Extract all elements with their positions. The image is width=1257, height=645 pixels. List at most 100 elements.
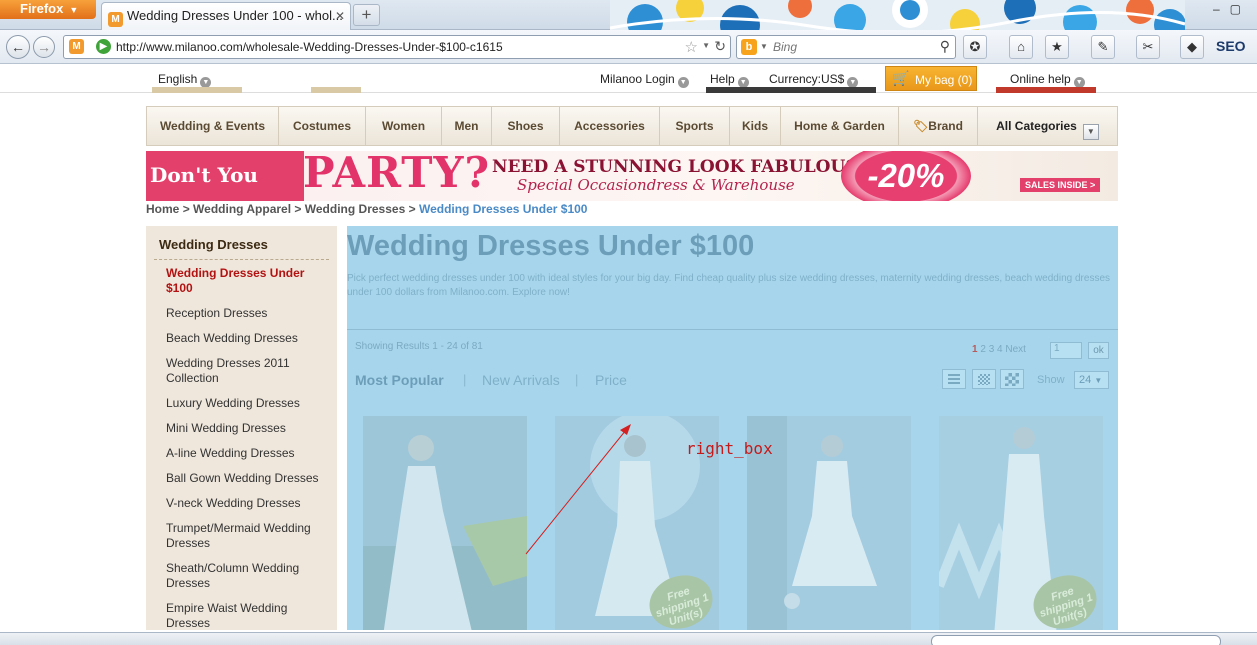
site-identity-icon[interactable]: M [69, 39, 84, 54]
results-count: Showing Results 1 - 24 of 81 [355, 341, 483, 352]
annotation-label: right_box [686, 439, 773, 458]
sidebar-title[interactable]: Wedding Dresses [159, 237, 268, 252]
bag-label: My bag (0) [915, 73, 973, 87]
sidebar-item-empire-waist[interactable]: Empire Waist Wedding Dresses [166, 601, 331, 631]
window-controls[interactable]: –▢ [1213, 2, 1251, 16]
sort-most-popular[interactable]: Most Popular [355, 372, 444, 388]
nav-shoes[interactable]: Shoes [492, 107, 560, 145]
addon-icon[interactable]: ✪ [963, 35, 987, 59]
reload-icon[interactable]: ↻ [714, 38, 726, 55]
promo-banner[interactable]: Don't You Like PARTY? NEED A STUNNING LO… [146, 151, 1118, 201]
close-tab-icon[interactable]: ✕ [335, 9, 345, 23]
page-link[interactable]: 4 [997, 344, 1003, 355]
breadcrumb-current[interactable]: Wedding Dresses Under $100 [419, 202, 588, 216]
firefox-menu-button[interactable]: Firefox ▼ [0, 0, 96, 19]
nav-sports[interactable]: Sports [660, 107, 730, 145]
fox-addon-icon[interactable]: ◆ [1180, 35, 1204, 59]
addon-tool-icon[interactable]: ✎ [1091, 35, 1115, 59]
login-label: Milanoo Login [600, 72, 675, 86]
nav-all-categories[interactable]: All Categories ▼ [978, 107, 1117, 145]
search-input[interactable] [773, 38, 933, 56]
sidebar-item-sheath-column[interactable]: Sheath/Column Wedding Dresses [166, 561, 331, 591]
page-title: Wedding Dresses Under $100 [347, 230, 755, 262]
breadcrumb-wedding-dresses[interactable]: Wedding Dresses [305, 202, 405, 216]
sidebar-item-a-line[interactable]: A-line Wedding Dresses [166, 446, 331, 461]
sidebar-item-mini[interactable]: Mini Wedding Dresses [166, 421, 331, 436]
nav-brand[interactable]: 🏷Brand [899, 107, 978, 145]
url-bar[interactable]: M ▶ http://www.milanoo.com/wholesale-Wed… [63, 35, 731, 59]
sidebar-item-luxury[interactable]: Luxury Wedding Dresses [166, 396, 331, 411]
nav-women[interactable]: Women [366, 107, 442, 145]
small-grid-view-icon[interactable] [972, 369, 996, 389]
sidebar-item-reception[interactable]: Reception Dresses [166, 306, 331, 321]
screenshot-tool-icon[interactable]: ✂ [1136, 35, 1160, 59]
small-grid-glyph [978, 374, 990, 385]
sort-new-arrivals[interactable]: New Arrivals [482, 372, 560, 388]
product-image-1[interactable] [363, 416, 527, 630]
new-tab-button[interactable]: + [353, 4, 380, 26]
content-divider [347, 329, 1118, 330]
page-link[interactable]: 3 [989, 344, 995, 355]
language-selector[interactable]: English ▼ [158, 72, 212, 88]
search-icon[interactable]: ⚲ [940, 38, 950, 55]
search-bar[interactable]: b ▼ ⚲ [736, 35, 956, 59]
sort-price[interactable]: Price [595, 372, 627, 388]
banner-headline: NEED A STUNNING LOOK FABULOUS [492, 157, 858, 177]
banner-party-text: PARTY? [303, 151, 491, 197]
go-icon[interactable]: ▶ [96, 39, 111, 54]
find-input[interactable] [931, 635, 1221, 645]
sidebar-divider [154, 259, 329, 260]
breadcrumb-separator: > [408, 202, 416, 216]
sales-inside-button[interactable]: SALES INSIDE > [1020, 178, 1101, 192]
breadcrumb-wedding-apparel[interactable]: Wedding Apparel [193, 202, 291, 216]
banner-dont-text: Don't You Like [146, 151, 304, 201]
sidebar-item-2011-collection[interactable]: Wedding Dresses 2011 Collection [166, 356, 331, 386]
breadcrumb-home[interactable]: Home [146, 202, 179, 216]
sidebar-item-beach[interactable]: Beach Wedding Dresses [166, 331, 331, 346]
list-view-icon[interactable] [942, 369, 966, 389]
category-description: Pick perfect wedding dresses under 100 w… [347, 273, 1111, 298]
nav-accessories[interactable]: Accessories [560, 107, 660, 145]
browser-tab[interactable]: M Wedding Dresses Under 100 - whol... ✕ [101, 2, 351, 30]
sidebar-item-trumpet-mermaid[interactable]: Trumpet/Mermaid Wedding Dresses [166, 521, 331, 551]
bookmarks-menu-icon[interactable]: ★ [1045, 35, 1069, 59]
browser-tab-bar: Firefox ▼ M Wedding Dresses Under 100 - wh… [0, 0, 1257, 30]
next-page-link[interactable]: Next [1005, 344, 1026, 355]
seo-toolbar-label[interactable]: SEO [1216, 38, 1246, 54]
login-link[interactable]: Milanoo Login ▼ [600, 72, 689, 88]
currency-selector[interactable]: Currency:US$ ▼ [769, 72, 859, 88]
currency-label: Currency:US$ [769, 72, 845, 86]
page-number-input[interactable]: 1 [1050, 342, 1082, 359]
online-help-link[interactable]: Online help ▼ [1010, 72, 1085, 88]
browser-add-on-bar [0, 632, 1257, 645]
page-link[interactable]: 2 [980, 344, 986, 355]
page-link[interactable]: 1 [972, 344, 978, 355]
bookmark-star-icon[interactable]: ☆ [685, 38, 698, 56]
category-sidebar: Wedding Dresses Wedding Dresses Under $1… [146, 226, 337, 630]
product-image-4[interactable]: Free shipping 1 Unit(s) [939, 416, 1103, 630]
breadcrumb-separator: > [294, 202, 302, 216]
cart-icon: 🛒 [892, 70, 910, 86]
forward-icon[interactable]: → [33, 36, 55, 58]
sidebar-item-ball-gown[interactable]: Ball Gown Wedding Dresses [166, 471, 331, 486]
nav-kids[interactable]: Kids [730, 107, 781, 145]
large-grid-view-icon[interactable] [1000, 369, 1024, 389]
url-text[interactable]: http://www.milanoo.com/wholesale-Wedding… [116, 40, 503, 54]
history-dropdown-icon[interactable]: ▼ [702, 41, 710, 50]
nav-costumes[interactable]: Costumes [279, 107, 366, 145]
sidebar-item-under-100[interactable]: Wedding Dresses Under $100 [166, 266, 331, 296]
page-go-button[interactable]: ok [1088, 342, 1109, 359]
bing-engine-icon[interactable]: b [741, 39, 757, 55]
home-icon[interactable]: ⌂ [1009, 35, 1033, 59]
back-icon[interactable]: ← [6, 35, 30, 59]
large-grid-glyph [1005, 373, 1019, 386]
nav-wedding-events[interactable]: Wedding & Events [147, 107, 279, 145]
online-help-label: Online help [1010, 72, 1071, 86]
chevron-down-icon: ▼ [69, 5, 79, 15]
sidebar-item-v-neck[interactable]: V-neck Wedding Dresses [166, 496, 331, 511]
help-link[interactable]: Help ▼ [710, 72, 749, 88]
nav-home-garden[interactable]: Home & Garden [781, 107, 899, 145]
nav-men[interactable]: Men [442, 107, 492, 145]
engine-dropdown-icon[interactable]: ▼ [760, 42, 768, 51]
items-per-page-select[interactable]: 24 ▼ [1074, 371, 1109, 389]
